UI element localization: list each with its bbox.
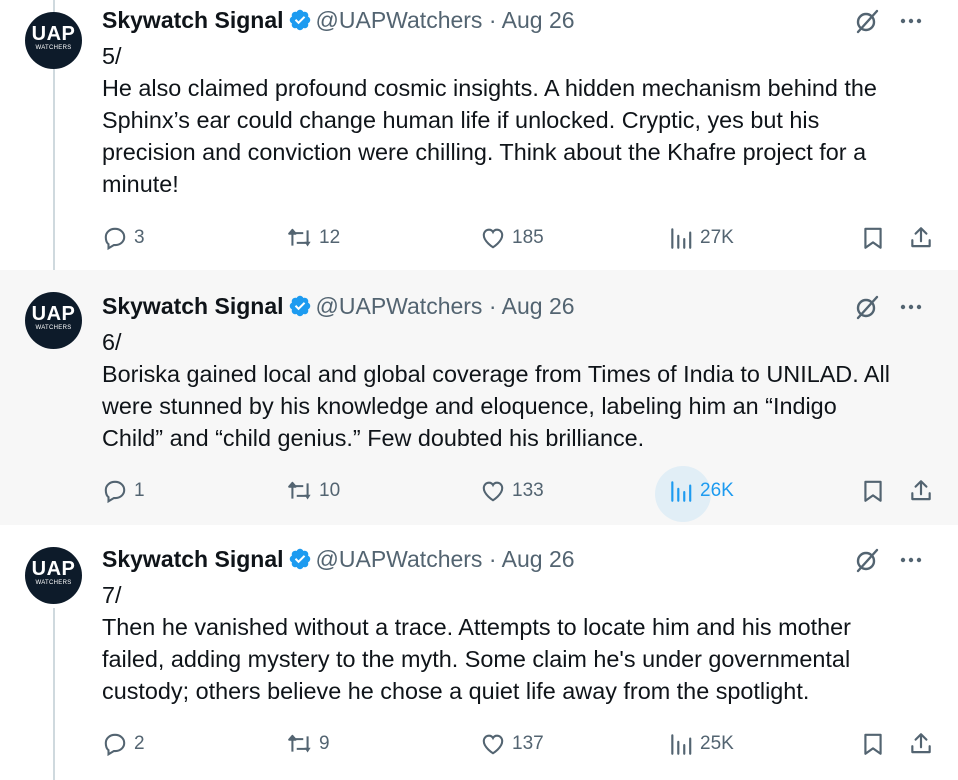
tweet-7[interactable]: UAP WATCHERS Skywatch Signal @UAPWatchers…	[0, 525, 958, 780]
avatar[interactable]: UAP WATCHERS	[25, 12, 82, 69]
repost-icon	[288, 228, 311, 247]
separator: ·	[488, 546, 497, 572]
tweet-text: 6/ Boriska gained local and global cover…	[102, 329, 890, 451]
reply-count: 1	[134, 480, 145, 501]
like-count: 137	[512, 733, 544, 754]
reply-count: 3	[134, 227, 145, 248]
reply-icon	[104, 480, 126, 504]
like-button[interactable]: 185	[480, 222, 544, 254]
bookmark-button[interactable]	[860, 475, 886, 507]
views-count: 27K	[700, 227, 734, 248]
tweet-actions: 3 12 185 27K	[102, 222, 942, 254]
share-icon	[911, 480, 931, 501]
tweet-date[interactable]: Aug 26	[502, 546, 575, 572]
bookmark-button[interactable]	[860, 728, 886, 760]
share-button[interactable]	[908, 475, 934, 507]
tweet-actions: 2 9 137 25K	[102, 728, 942, 760]
reply-icon	[104, 227, 126, 251]
tweet-5[interactable]: UAP WATCHERS Skywatch Signal @UAPWatchers…	[0, 0, 958, 270]
more-icon[interactable]	[898, 294, 924, 320]
more-icon[interactable]	[898, 8, 924, 34]
display-name[interactable]: Skywatch Signal	[102, 7, 284, 33]
repost-count: 10	[319, 480, 341, 501]
like-icon	[482, 228, 504, 249]
avatar[interactable]: UAP WATCHERS	[25, 547, 82, 604]
tweet-date[interactable]: Aug 26	[502, 293, 575, 319]
like-button[interactable]: 137	[480, 728, 544, 760]
separator: ·	[488, 293, 497, 319]
like-count: 133	[512, 480, 544, 501]
more-icon[interactable]	[898, 547, 924, 573]
like-count: 185	[512, 227, 544, 248]
like-button[interactable]: 133	[480, 475, 544, 507]
repost-icon	[288, 481, 311, 500]
bookmark-icon	[864, 480, 882, 502]
views-icon	[671, 228, 692, 249]
repost-button[interactable]: 10	[287, 475, 340, 507]
views-count: 25K	[700, 733, 734, 754]
handle[interactable]: @UAPWatchers	[316, 293, 483, 319]
tweet-text: 7/ Then he vanished without a trace. Att…	[102, 582, 851, 704]
reply-button[interactable]: 1	[102, 475, 145, 507]
views-button[interactable]: 25K	[668, 728, 734, 760]
reply-button[interactable]: 3	[102, 222, 145, 254]
grok-icon[interactable]	[854, 8, 880, 34]
tweet-date[interactable]: Aug 26	[502, 7, 575, 33]
share-icon	[911, 227, 931, 248]
reply-count: 2	[134, 733, 145, 754]
tweet-header: Skywatch Signal @UAPWatchers · Aug 26	[102, 6, 938, 34]
share-icon	[911, 733, 931, 754]
handle[interactable]: @UAPWatchers	[316, 7, 483, 33]
views-count: 26K	[700, 480, 734, 501]
handle[interactable]: @UAPWatchers	[316, 546, 483, 572]
like-icon	[482, 734, 504, 755]
repost-count: 9	[319, 733, 330, 754]
bookmark-icon	[864, 733, 882, 755]
verified-badge-icon	[289, 295, 310, 317]
repost-count: 12	[319, 227, 341, 248]
share-button[interactable]	[908, 222, 934, 254]
views-button[interactable]: 27K	[668, 222, 734, 254]
verified-badge-icon	[289, 548, 310, 570]
tweet-actions: 1 10 133 26K	[102, 466, 942, 522]
reply-icon	[104, 733, 126, 757]
repost-icon	[288, 734, 311, 753]
share-button[interactable]	[908, 728, 934, 760]
avatar[interactable]: UAP WATCHERS	[25, 292, 82, 349]
tweet-text: 5/ He also claimed profound cosmic insig…	[102, 43, 877, 197]
verified-badge-icon	[289, 9, 310, 31]
display-name[interactable]: Skywatch Signal	[102, 546, 284, 572]
bookmark-icon	[864, 227, 882, 249]
reply-button[interactable]: 2	[102, 728, 145, 760]
like-icon	[482, 481, 504, 502]
tweet-6[interactable]: UAP WATCHERS Skywatch Signal @UAPWatchers…	[0, 270, 958, 525]
tweet-header: Skywatch Signal @UAPWatchers · Aug 26	[102, 292, 938, 320]
repost-button[interactable]: 12	[287, 222, 340, 254]
repost-button[interactable]: 9	[287, 728, 330, 760]
display-name[interactable]: Skywatch Signal	[102, 293, 284, 319]
views-button[interactable]: 26K	[655, 466, 734, 522]
tweet-header: Skywatch Signal @UAPWatchers · Aug 26	[102, 545, 938, 573]
bookmark-button[interactable]	[860, 222, 886, 254]
separator: ·	[488, 7, 497, 33]
grok-icon[interactable]	[854, 294, 880, 320]
views-icon	[671, 734, 692, 755]
views-icon	[671, 481, 692, 502]
grok-icon[interactable]	[854, 547, 880, 573]
